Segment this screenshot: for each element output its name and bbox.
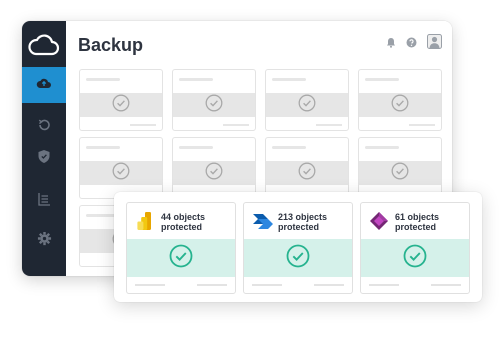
power-apps-icon — [369, 211, 389, 231]
backup-tile[interactable] — [265, 137, 349, 199]
backup-tile[interactable] — [172, 137, 256, 199]
check-circle-icon — [169, 244, 193, 273]
check-circle-icon — [205, 162, 223, 185]
backup-card[interactable]: 44 objects protected — [126, 202, 236, 294]
check-circle-icon — [286, 244, 310, 273]
backup-card-text: 44 objects protected — [161, 212, 206, 232]
protected-status — [127, 239, 235, 277]
sidebar-item-restore[interactable] — [22, 109, 66, 145]
user-avatar-icon[interactable] — [427, 34, 442, 54]
header-icons — [386, 34, 442, 54]
sidebar — [22, 21, 66, 276]
shield-icon — [37, 149, 51, 169]
sidebar-item-security[interactable] — [22, 141, 66, 177]
sidebar-item-reports[interactable] — [22, 183, 66, 219]
backup-tile[interactable] — [79, 69, 163, 131]
gear-icon — [37, 231, 52, 251]
check-circle-icon — [298, 162, 316, 185]
backup-tile[interactable] — [172, 69, 256, 131]
backup-card-text: 213 objects protected — [278, 212, 328, 232]
backup-card[interactable]: 61 objects protected — [360, 202, 470, 294]
backup-tile[interactable] — [265, 69, 349, 131]
check-circle-icon — [298, 94, 316, 117]
protected-status — [244, 239, 352, 277]
protection-summary-panel: 44 objects protected 213 objects protect… — [114, 192, 482, 302]
cloud-icon[interactable] — [22, 31, 66, 61]
page-title: Backup — [78, 35, 144, 55]
backup-tile[interactable] — [358, 137, 442, 199]
check-circle-icon — [391, 162, 409, 185]
protected-status — [361, 239, 469, 277]
sidebar-item-settings[interactable] — [22, 223, 66, 259]
sidebar-item-backup[interactable] — [22, 67, 66, 103]
cloud-upload-icon — [36, 76, 52, 95]
check-circle-icon — [112, 162, 130, 185]
check-circle-icon — [205, 94, 223, 117]
help-icon[interactable] — [406, 35, 417, 53]
power-bi-icon — [135, 211, 155, 231]
backup-tile[interactable] — [79, 137, 163, 199]
check-circle-icon — [403, 244, 427, 273]
check-circle-icon — [391, 94, 409, 117]
power-automate-icon — [252, 211, 273, 231]
backup-card[interactable]: 213 objects protected — [243, 202, 353, 294]
bell-icon[interactable] — [386, 35, 396, 53]
backup-tile[interactable] — [358, 69, 442, 131]
restore-icon — [37, 118, 51, 137]
backup-card-text: 61 objects protected — [395, 212, 440, 232]
check-circle-icon — [112, 94, 130, 117]
list-icon — [37, 192, 51, 211]
